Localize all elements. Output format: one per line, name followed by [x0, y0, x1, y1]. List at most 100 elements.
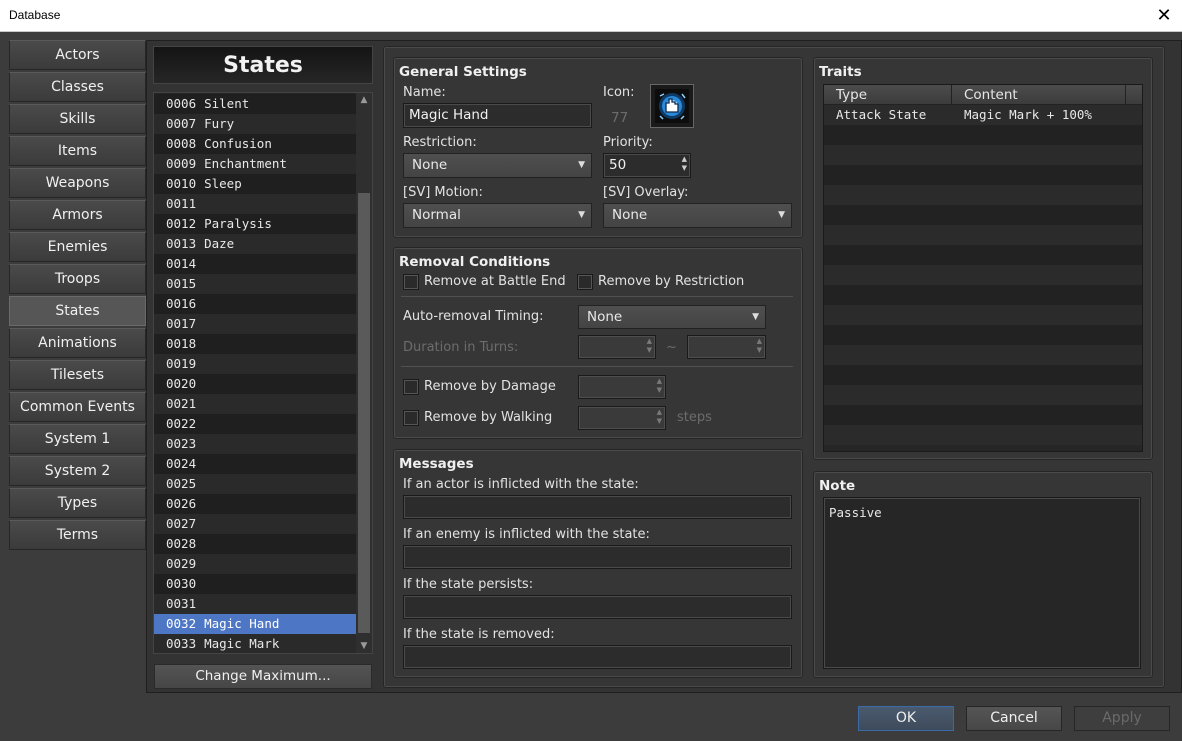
- col-content-header[interactable]: Content: [952, 85, 1126, 105]
- list-item[interactable]: 0016: [154, 294, 357, 314]
- trait-row[interactable]: [824, 245, 1142, 265]
- walking-stepper[interactable]: ▲ ▼: [578, 406, 666, 430]
- list-item[interactable]: 0008 Confusion: [154, 134, 357, 154]
- list-item[interactable]: 0027: [154, 514, 357, 534]
- list-item[interactable]: 0029: [154, 554, 357, 574]
- nav-item-troops[interactable]: Troops: [9, 264, 146, 294]
- scroll-down-icon[interactable]: ▼: [356, 639, 372, 653]
- damage-stepper[interactable]: ▲ ▼: [578, 375, 666, 399]
- change-maximum-button[interactable]: Change Maximum...: [154, 664, 372, 689]
- nav-item-terms[interactable]: Terms: [9, 520, 146, 550]
- trait-row[interactable]: [824, 145, 1142, 165]
- nav-item-system-1[interactable]: System 1: [9, 424, 146, 454]
- list-item[interactable]: 0012 Paralysis: [154, 214, 357, 234]
- auto-timing-select[interactable]: None ▼: [578, 305, 766, 329]
- apply-button[interactable]: Apply: [1074, 706, 1170, 731]
- icon-picker[interactable]: [650, 84, 694, 128]
- scroll-up-icon[interactable]: ▲: [356, 93, 372, 107]
- restriction-checkbox[interactable]: [577, 274, 593, 290]
- list-item[interactable]: 0017: [154, 314, 357, 334]
- actor-message-input[interactable]: [403, 495, 792, 519]
- list-item[interactable]: 0015: [154, 274, 357, 294]
- nav-item-skills[interactable]: Skills: [9, 104, 146, 134]
- ok-button[interactable]: OK: [858, 706, 954, 731]
- stepper-arrows-icon[interactable]: ▲ ▼: [647, 337, 652, 355]
- list-item[interactable]: 0013 Daze: [154, 234, 357, 254]
- list-item[interactable]: 0019: [154, 354, 357, 374]
- stepper-arrows-icon[interactable]: ▲ ▼: [757, 337, 762, 355]
- list-item[interactable]: 0011: [154, 194, 357, 214]
- list-item[interactable]: 0018: [154, 334, 357, 354]
- scroll-thumb[interactable]: [358, 193, 370, 633]
- list-item[interactable]: 0026: [154, 494, 357, 514]
- list-item[interactable]: 0032 Magic Hand: [154, 614, 357, 634]
- cancel-button[interactable]: Cancel: [966, 706, 1062, 731]
- nav-item-types[interactable]: Types: [9, 488, 146, 518]
- overlay-select[interactable]: None ▼: [603, 203, 792, 228]
- duration-max-stepper[interactable]: ▲ ▼: [687, 335, 766, 359]
- list-item[interactable]: 0010 Sleep: [154, 174, 357, 194]
- stepper-arrows-icon[interactable]: ▲ ▼: [682, 155, 687, 173]
- persists-message-input[interactable]: [403, 595, 792, 619]
- removed-message-input[interactable]: [403, 645, 792, 669]
- list-item[interactable]: 0006 Silent: [154, 94, 357, 114]
- trait-row[interactable]: [824, 165, 1142, 185]
- stepper-arrows-icon[interactable]: ▲ ▼: [657, 408, 662, 426]
- battle-end-checkbox[interactable]: [403, 274, 419, 290]
- list-item[interactable]: 0022: [154, 414, 357, 434]
- restriction-select[interactable]: None ▼: [403, 153, 592, 178]
- states-list[interactable]: 0006 Silent 0007 Fury 0008 Confusion 0009 Encha…: [153, 92, 373, 654]
- list-item[interactable]: 0028: [154, 534, 357, 554]
- nav-item-tilesets[interactable]: Tilesets: [9, 360, 146, 390]
- traits-table[interactable]: Type Content Attack State Magic Mark + 10…: [823, 84, 1143, 452]
- nav-item-items[interactable]: Items: [9, 136, 146, 166]
- nav-item-actors[interactable]: Actors: [9, 40, 146, 70]
- trait-row[interactable]: [824, 125, 1142, 145]
- list-item[interactable]: 0009 Enchantment: [154, 154, 357, 174]
- close-icon[interactable]: ✕: [1146, 0, 1182, 32]
- priority-stepper[interactable]: 50 ▲ ▼: [603, 153, 691, 178]
- trait-row[interactable]: [824, 425, 1142, 445]
- nav-item-states[interactable]: States: [9, 296, 146, 326]
- enemy-message-input[interactable]: [403, 545, 792, 569]
- list-item[interactable]: 0014: [154, 254, 357, 274]
- trait-row[interactable]: [824, 305, 1142, 325]
- list-item[interactable]: 0025: [154, 474, 357, 494]
- list-item[interactable]: 0024: [154, 454, 357, 474]
- list-scrollbar[interactable]: ▲ ▼: [356, 93, 372, 653]
- stepper-arrows-icon[interactable]: ▲ ▼: [657, 377, 662, 395]
- trait-row[interactable]: [824, 325, 1142, 345]
- trait-row[interactable]: [824, 285, 1142, 305]
- trait-row[interactable]: Attack State Magic Mark + 100%: [824, 105, 1142, 125]
- trait-row[interactable]: [824, 345, 1142, 365]
- nav-item-system-2[interactable]: System 2: [9, 456, 146, 486]
- list-item[interactable]: 0020: [154, 374, 357, 394]
- nav-item-armors[interactable]: Armors: [9, 200, 146, 230]
- trait-row[interactable]: [824, 385, 1142, 405]
- duration-min-stepper[interactable]: ▲ ▼: [578, 335, 656, 359]
- trait-row[interactable]: [824, 205, 1142, 225]
- list-item[interactable]: 0021: [154, 394, 357, 414]
- list-item[interactable]: 0031: [154, 594, 357, 614]
- trait-row[interactable]: [824, 265, 1142, 285]
- damage-checkbox[interactable]: [403, 379, 419, 395]
- trait-row[interactable]: [824, 225, 1142, 245]
- name-input[interactable]: Magic Hand: [403, 103, 592, 128]
- list-item[interactable]: 0030: [154, 574, 357, 594]
- list-item[interactable]: 0023: [154, 434, 357, 454]
- nav-item-classes[interactable]: Classes: [9, 72, 146, 102]
- trait-row[interactable]: [824, 405, 1142, 425]
- nav-item-common-events[interactable]: Common Events: [9, 392, 146, 422]
- walking-checkbox[interactable]: [403, 410, 419, 426]
- motion-select[interactable]: Normal ▼: [403, 203, 592, 228]
- trait-row[interactable]: [824, 185, 1142, 205]
- col-type-header[interactable]: Type: [824, 85, 952, 105]
- list-item[interactable]: 0033 Magic Mark: [154, 634, 357, 653]
- list-item[interactable]: 0007 Fury: [154, 114, 357, 134]
- list-item-id: 0009: [166, 156, 197, 171]
- nav-item-weapons[interactable]: Weapons: [9, 168, 146, 198]
- nav-item-animations[interactable]: Animations: [9, 328, 146, 358]
- nav-item-enemies[interactable]: Enemies: [9, 232, 146, 262]
- note-textarea[interactable]: Passive: [823, 497, 1141, 669]
- trait-row[interactable]: [824, 365, 1142, 385]
